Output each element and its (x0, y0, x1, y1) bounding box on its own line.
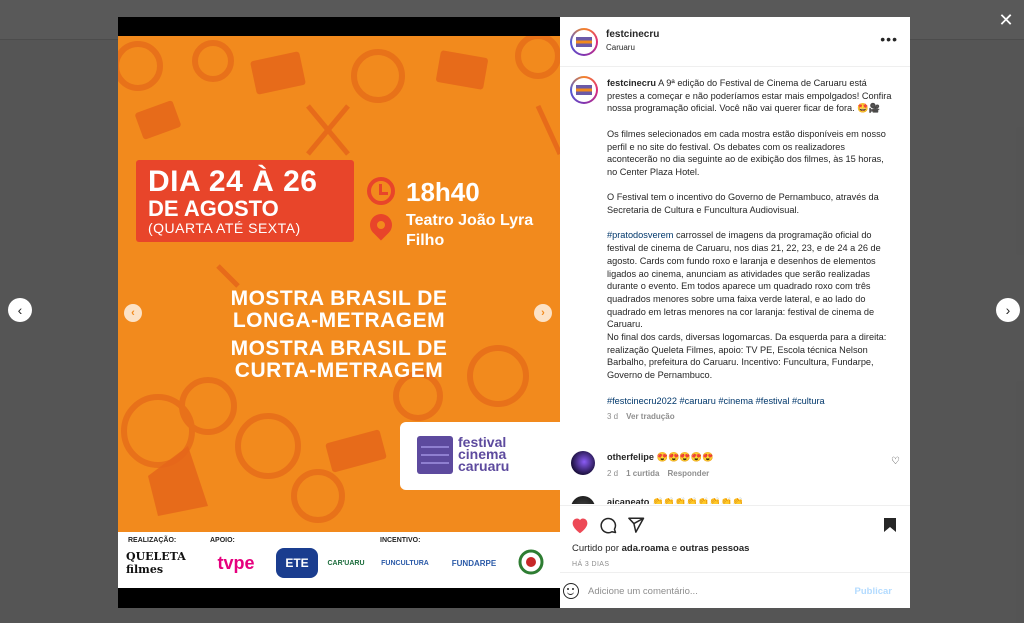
liked-by-user[interactable]: ada.roama (622, 543, 670, 554)
mostra-curta-title: MOSTRA BRASIL DE CURTA-METRAGEM (230, 337, 448, 382)
pernambuco-coat-of-arms-logo (516, 548, 546, 578)
incentivo-label: INCENTIVO: (380, 537, 421, 544)
mostra-longa-title: MOSTRA BRASIL DE LONGA-METRAGEM (230, 287, 448, 332)
hashtag-link[interactable]: #festival (756, 396, 790, 406)
caption-paragraph-2: Os filmes selecionados em cada mostra es… (607, 128, 886, 177)
hashtag-link[interactable]: #pratodosverem (607, 230, 673, 240)
previous-post-button[interactable]: ‹ (8, 298, 32, 322)
comment-bubble-icon[interactable] (598, 515, 618, 535)
festival-logo-card: festival cinema caruaru (400, 422, 560, 490)
comment-age: 2 d (607, 469, 619, 478)
reply-button[interactable]: Responder (667, 469, 709, 478)
festival-poster-image: DIA 24 À 26 DE AGOSTO (QUARTA ATÉ SEXTA)… (118, 36, 560, 532)
liked-by-others[interactable]: outras pessoas (680, 543, 750, 554)
date-heading: DIA 24 À 26 (148, 165, 318, 198)
post-location[interactable]: Caruaru (606, 43, 635, 52)
event-time: 18h40 (406, 177, 480, 207)
comment-likes[interactable]: 1 curtida (626, 469, 659, 478)
caption-paragraph-4: carrossel de imagens da programação ofic… (607, 230, 881, 330)
liked-by-and: e (669, 543, 680, 554)
more-options-icon[interactable]: ••• (880, 31, 898, 47)
caption-paragraph-3: O Festival tem o incentivo do Governo de… (607, 192, 879, 215)
clock-icon (367, 177, 395, 205)
comment-avatar[interactable] (571, 451, 595, 475)
comment-text: 👏👏👏👏👏👏👏👏 (651, 497, 744, 504)
hashtag-link[interactable]: #festcinecru2022 (607, 396, 677, 406)
hashtag-link[interactable]: #cinema (718, 396, 753, 406)
comments-section[interactable]: festcinecru A 9ª edição do Festival de C… (560, 68, 910, 504)
apoio-label: APOIO: (210, 537, 235, 544)
comment-username[interactable]: otherfelipe (607, 452, 654, 462)
translate-link[interactable]: Ver tradução (626, 412, 674, 421)
share-send-icon[interactable] (626, 515, 646, 535)
like-heart-icon[interactable] (570, 515, 590, 535)
fundarpe-logo: FUNDARPE (451, 558, 497, 568)
bookmark-save-icon[interactable] (880, 515, 900, 535)
comment-avatar[interactable] (571, 496, 595, 504)
post-author-username[interactable]: festcinecru (606, 29, 659, 40)
publish-button[interactable]: Publicar (855, 586, 893, 597)
post-header: festcinecru Caruaru ••• (560, 17, 910, 67)
post-time-ago: HÁ 3 DIAS (572, 561, 610, 568)
festival-logo-icon (417, 436, 453, 474)
ete-logo: ETE (276, 548, 318, 578)
post-media: DIA 24 À 26 DE AGOSTO (QUARTA ATÉ SEXTA)… (118, 17, 560, 608)
comment-text: 😍😍😍😍😍 (656, 452, 714, 462)
post-caption: festcinecru A 9ª edição do Festival de C… (607, 77, 893, 424)
caruaru-logo: CAR'UARU (327, 559, 365, 567)
caption-avatar[interactable] (570, 76, 598, 104)
comment-item: aicaneato 👏👏👏👏👏👏👏👏 (607, 497, 877, 504)
date-box: DIA 24 À 26 DE AGOSTO (QUARTA ATÉ SEXTA) (136, 160, 354, 242)
realizacao-label: REALIZAÇÃO: (128, 537, 177, 544)
caption-age: 3 d (607, 412, 619, 422)
comment-username[interactable]: aicaneato (607, 497, 649, 504)
post-details-panel: festcinecru Caruaru ••• festcinecru A 9ª… (560, 17, 910, 608)
festival-logo-text: festival cinema caruaru (458, 434, 510, 474)
caption-paragraph-5: No final dos cards, diversas logomarcas.… (607, 332, 887, 381)
caption-meta: 3 d Ver tradução (607, 411, 893, 424)
next-post-button[interactable]: › (996, 298, 1020, 322)
liked-by-text: Curtido por ada.roama e outras pessoas (572, 543, 749, 554)
close-icon[interactable]: ✕ (996, 10, 1016, 30)
tvpe-logo: tvpe (217, 552, 255, 573)
date-month: DE AGOSTO (148, 196, 279, 221)
post-modal: DIA 24 À 26 DE AGOSTO (QUARTA ATÉ SEXTA)… (118, 17, 910, 608)
comment-item: otherfelipe 😍😍😍😍😍 2 d 1 curtida Responder (607, 451, 877, 478)
queleta-filmes-logo: QUELETA filmes (126, 550, 186, 576)
comment-like-heart-icon[interactable]: ♡ (891, 456, 900, 467)
post-actions: Curtido por ada.roama e outras pessoas H… (560, 505, 910, 608)
date-weekdays: (QUARTA ATÉ SEXTA) (148, 220, 301, 236)
funcultura-logo: FUNCULTURA (381, 559, 429, 567)
media-next-button[interactable]: › (534, 304, 552, 322)
comment-input[interactable] (588, 582, 828, 600)
liked-by-prefix: Curtido por (572, 543, 622, 554)
hashtag-link[interactable]: #cultura (792, 396, 825, 406)
avatar[interactable] (570, 28, 598, 56)
add-comment-bar: Publicar (560, 572, 910, 609)
hashtag-link[interactable]: #caruaru (680, 396, 716, 406)
caption-username[interactable]: festcinecru (607, 78, 656, 88)
sponsor-logos-bar: REALIZAÇÃO: APOIO: INCENTIVO: QUELETA fi… (118, 532, 560, 588)
emoji-smiley-icon[interactable] (563, 583, 579, 599)
event-venue: Teatro João Lyra Filho (406, 212, 534, 249)
media-prev-button[interactable]: ‹ (124, 304, 142, 322)
